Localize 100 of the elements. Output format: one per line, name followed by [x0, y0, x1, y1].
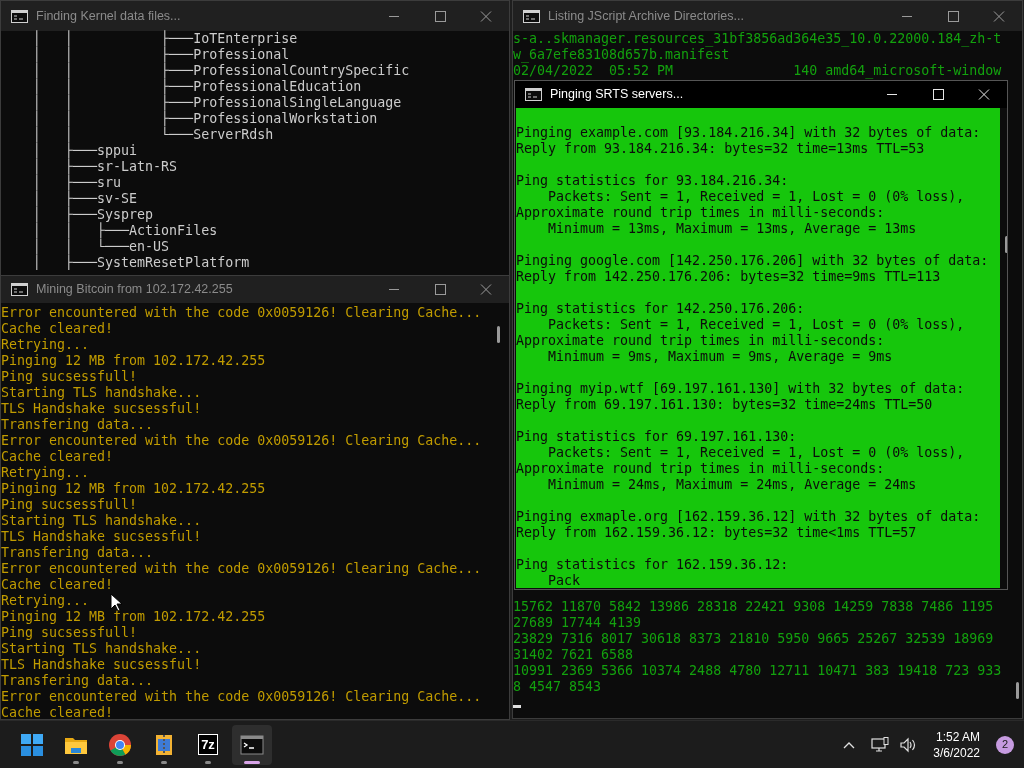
tree-line: │ │ ├───Professional: [32, 47, 290, 62]
console-line: 31402 7621 6588: [513, 647, 634, 663]
tree-line: │ │ ├───ProfessionalEducation: [32, 79, 362, 94]
console-line: Packets: Sent = 1, Received = 1, Lost = 0 (0% loss),: [547, 189, 965, 205]
console-line: Approximate round trip times in milli-seconds:: [516, 205, 885, 221]
clock-date: 3/6/2022: [933, 744, 980, 761]
console-line: Minimum = 24ms, Maximum = 24ms, Average = 24ms: [547, 477, 917, 493]
console-line: 02/04/2022 05:52 PM 140 amd64_microsoft-window: [513, 63, 1002, 79]
clock-button[interactable]: 1:52 AM 3/6/2022: [927, 728, 986, 761]
clock-time: 1:52 AM: [935, 728, 980, 745]
console-line: Pinging 12 MB from 102.172.42.255: [1, 609, 266, 625]
console-line: 23829 7316 8017 30618 8373 21810 5950 9665 25267 32539 18969: [513, 631, 994, 647]
tree-line: │ ├───Sysprep: [32, 207, 154, 222]
console-line: Approximate round trip times in milli-seconds:: [516, 461, 885, 477]
console-line: Pinging 12 MB from 102.172.42.255: [1, 353, 266, 369]
console-line: Error encountered with the code 0x0059126! Clearing Cache...: [1, 689, 482, 705]
speaker-icon[interactable]: [899, 736, 918, 753]
console-line: TLS Handshake sucsessful!: [1, 401, 202, 417]
close-icon: [480, 10, 492, 22]
console-line: Ping statistics for 142.250.176.206:: [516, 301, 805, 317]
console-line: Retrying...: [1, 337, 90, 353]
maximize-icon: [947, 10, 959, 22]
console-line: Approximate round trip times in milli-seconds:: [516, 333, 885, 349]
console-line: Starting TLS handshake...: [1, 641, 202, 657]
console-line: Ping sucsessfull!: [1, 625, 138, 641]
tree-line: │ │ ├───ProfessionalSingleLanguage: [32, 95, 402, 110]
tree-line: │ ├───SystemResetPlatform: [32, 255, 250, 271]
terminal-icon: [523, 9, 540, 23]
console-line: Ping sucsessfull!: [1, 497, 138, 513]
maximize-icon: [434, 10, 446, 22]
notification-badge[interactable]: 2: [996, 735, 1014, 754]
console-line: TLS Handshake sucsessful!: [1, 657, 202, 673]
mouse-pointer-icon: [110, 593, 122, 612]
console-line: Pinging myip.wtf [69.197.161.130] with 32 bytes of data:: [516, 381, 965, 397]
console-line: Minimum = 9ms, Maximum = 9ms, Average = 9ms: [547, 349, 893, 365]
tree-line: │ │ └───en-US: [32, 239, 170, 254]
tree-line: │ │ ├───ActionFiles: [32, 223, 218, 238]
console-line: Ping sucsessfull!: [1, 369, 138, 385]
terminal-icon: [11, 9, 28, 23]
console-line: Cache cleared!: [1, 705, 114, 719]
window-title: Listing JScript Archive Directories...: [548, 7, 745, 25]
tree-line: │ ├───sv-SE: [32, 191, 138, 206]
taskbar-button[interactable]: 7z: [188, 724, 228, 765]
taskbar-button[interactable]: [232, 724, 272, 765]
console-line: Ping statistics for 162.159.36.12:: [516, 557, 789, 573]
console-line: Reply from 69.197.161.130: bytes=32 time=24ms TTL=50: [516, 397, 933, 413]
console-line: Reply from 162.159.36.12: bytes=32 time<1ms TTL=57: [516, 525, 917, 541]
console-line: 10991 2369 5366 10374 2488 4780 12711 10471 383 19418 723 933: [513, 663, 1002, 679]
close-icon: [480, 284, 492, 295]
console-line: Pinging example.com [93.184.216.34] with 32 bytes of data:: [516, 125, 981, 141]
close-icon: [978, 89, 990, 100]
tree-line: │ │ ├───IoTEnterprise: [32, 31, 298, 46]
console-line: TLS Handshake sucsessful!: [1, 529, 202, 545]
tricolor-circle-icon: [108, 732, 132, 757]
console-line: s-a..skmanager.resources_31bf3856ad364e35_10.0.22000.184_zh-t: [513, 31, 1002, 47]
window-title: Pinging SRTS servers...: [550, 86, 685, 104]
console-line: w_6a7efe83108d657b.manifest: [513, 47, 730, 63]
tree-line: │ ├───sru: [32, 175, 122, 190]
app-label: 7z: [198, 734, 218, 755]
console-line: Transfering data...: [1, 673, 154, 689]
console-line: Error encountered with the code 0x0059126! Clearing Cache...: [1, 305, 482, 321]
console-line: Cache cleared!: [1, 449, 114, 465]
scrollbar-thumb[interactable]: [1016, 682, 1019, 699]
console-line: Starting TLS handshake...: [1, 513, 202, 529]
tree-line: │ │ ├───ProfessionalWorkstation: [32, 111, 378, 126]
maximize-icon: [932, 89, 944, 100]
console-line: Transfering data...: [1, 417, 154, 433]
tree-line: │ ├───sppui: [32, 143, 138, 158]
console-line: Cache cleared!: [1, 321, 114, 337]
window-title: Mining Bitcoin from 102.172.42.255: [36, 281, 234, 299]
console-line: Error encountered with the code 0x0059126! Clearing Cache...: [1, 433, 482, 449]
console-line: Pinging google.com [142.250.176.206] with 32 bytes of data:: [516, 253, 989, 269]
console-line: Ping statistics for 93.184.216.34:: [516, 173, 789, 189]
terminal-icon: [240, 732, 264, 757]
scrollbar-thumb[interactable]: [497, 326, 500, 343]
window-title: Finding Kernel data files...: [36, 7, 182, 25]
console-line: Error encountered with the code 0x0059126! Clearing Cache...: [1, 561, 482, 577]
close-icon: [993, 10, 1005, 22]
network-icon[interactable]: [871, 736, 890, 753]
console-line: 15762 11870 5842 13986 28318 22421 9308 14259 7838 7486 1195: [513, 599, 994, 615]
console-line: Retrying...: [1, 465, 90, 481]
tree-line: │ ├───sr-Latn-RS: [32, 159, 178, 174]
console-line: Cache cleared!: [1, 577, 114, 593]
console-line: Reply from 142.250.176.206: bytes=32 time=9ms TTL=113: [516, 269, 941, 285]
console-line: Packets: Sent = 1, Received = 1, Lost = 0 (0% loss),: [547, 445, 965, 461]
console-line: 27689 17744 4139: [513, 615, 642, 631]
console-line: Retrying...: [1, 593, 90, 609]
terminal-icon: [525, 88, 542, 101]
console-line: Pack: [547, 573, 581, 588]
console-line: Packets: Sent = 1, Received = 1, Lost = 0 (0% loss),: [547, 317, 965, 333]
console-line: Pinging 12 MB from 102.172.42.255: [1, 481, 266, 497]
console-line: Minimum = 13ms, Maximum = 13ms, Average = 13ms: [547, 221, 917, 237]
maximize-icon: [434, 284, 446, 295]
console-line: Transfering data...: [1, 545, 154, 561]
console-line: Reply from 93.184.216.34: bytes=32 time=13ms TTL=53: [516, 141, 925, 157]
console-line: Pinging exmaple.org [162.159.36.12] with 32 bytes of data:: [516, 509, 981, 525]
tree-line: │ │ └───ServerRdsh: [32, 127, 274, 142]
tree-line: │ │ ├───ProfessionalCountrySpecific: [32, 63, 410, 78]
console-line: 8 4547 8543: [513, 679, 602, 695]
chevron-up-icon[interactable]: [843, 740, 856, 749]
